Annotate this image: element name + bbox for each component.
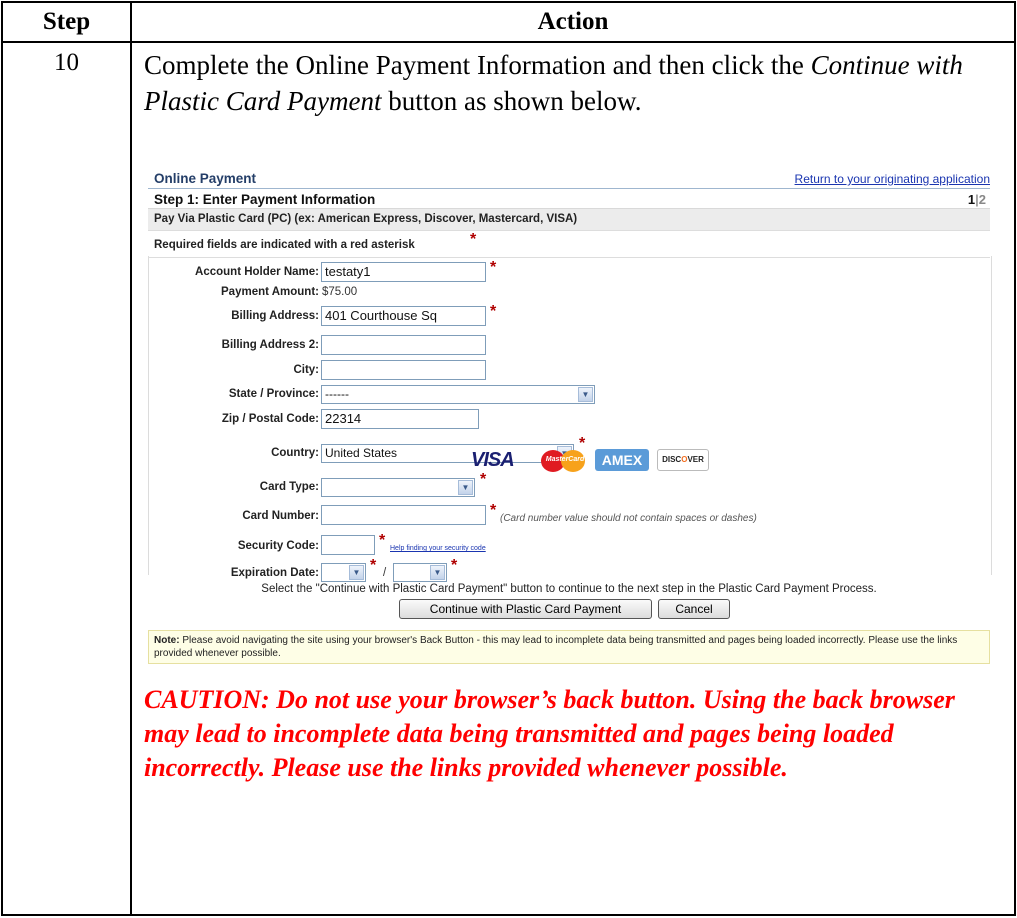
pager-next: 2: [978, 192, 986, 207]
billing-address-asterisk: *: [490, 303, 497, 320]
payment-screenshot: Online Payment Return to your originatin…: [148, 168, 992, 664]
amex-logo: AMEX: [595, 449, 649, 471]
required-asterisk: *: [470, 231, 477, 248]
security-code-asterisk: *: [379, 532, 386, 549]
state-select-value: ------: [325, 387, 349, 401]
note-box: Note: Please avoid navigating the site u…: [148, 630, 990, 664]
return-link[interactable]: Return to your originating application: [795, 172, 990, 186]
account-holder-asterisk: *: [490, 259, 497, 276]
note-label: Note:: [154, 635, 180, 646]
state-select[interactable]: ------ ▼: [321, 385, 595, 404]
exp-year-select[interactable]: ▼: [393, 563, 447, 582]
card-number-hint: (Card number value should not contain sp…: [500, 513, 757, 524]
country-label: Country:: [271, 447, 319, 459]
step-pager: 1|2: [968, 192, 986, 207]
security-code-input[interactable]: [321, 535, 375, 555]
billing-address2-label: Billing Address 2:: [221, 339, 319, 351]
expiration-label: Expiration Date:: [230, 567, 319, 579]
exp-year-asterisk: *: [451, 557, 458, 574]
required-note-row: Required fields are indicated with a red…: [148, 230, 990, 258]
step-title: Step 1: Enter Payment Information: [154, 192, 376, 207]
procedure-table: Step Action 10 Complete the Online Payme…: [1, 1, 1016, 916]
continue-button[interactable]: Continue with Plastic Card Payment: [399, 599, 652, 619]
instruction-text: Complete the Online Payment Information …: [144, 47, 984, 119]
card-number-input[interactable]: [321, 505, 486, 525]
required-note: Required fields are indicated with a red…: [154, 239, 415, 251]
step-header-row: Step 1: Enter Payment Information 1|2: [148, 188, 990, 209]
payment-title-row: Online Payment Return to your originatin…: [148, 168, 990, 188]
visa-logo: VISA: [471, 449, 515, 471]
caution-text: CAUTION: Do not use your browser’s back …: [144, 685, 955, 782]
card-number-asterisk: *: [490, 502, 497, 519]
security-help-link[interactable]: Help finding your security code: [390, 545, 486, 552]
cancel-button[interactable]: Cancel: [658, 599, 730, 619]
card-type-select[interactable]: ▼: [321, 478, 475, 497]
mastercard-logo: MasterCard: [537, 449, 593, 472]
instruction-part2: button as shown below.: [381, 86, 642, 116]
card-type-asterisk: *: [480, 471, 487, 488]
country-asterisk: *: [579, 435, 586, 452]
city-input[interactable]: [321, 360, 486, 380]
chevron-down-icon[interactable]: ▼: [578, 387, 593, 402]
chevron-down-icon[interactable]: ▼: [458, 480, 473, 495]
chevron-down-icon[interactable]: ▼: [430, 565, 445, 580]
note-text: Please avoid navigating the site using y…: [154, 635, 958, 659]
exp-month-select[interactable]: ▼: [321, 563, 366, 582]
city-label: City:: [293, 364, 319, 376]
chevron-down-icon[interactable]: ▼: [349, 565, 364, 580]
billing-address2-input[interactable]: [321, 335, 486, 355]
header-step: Step: [1, 1, 132, 43]
step-number: 10: [1, 41, 132, 916]
billing-address-label: Billing Address:: [231, 310, 319, 322]
select-note: Select the "Continue with Plastic Card P…: [261, 583, 877, 595]
instruction-part1: Complete the Online Payment Information …: [144, 50, 811, 80]
pay-via-row: Pay Via Plastic Card (PC) (ex: American …: [148, 208, 990, 231]
payment-form: Account Holder Name: testaty1 * Payment …: [148, 256, 992, 582]
card-number-label: Card Number:: [242, 510, 319, 522]
account-holder-label: Account Holder Name:: [195, 266, 319, 278]
pay-via-text: Pay Via Plastic Card (PC) (ex: American …: [154, 213, 578, 225]
state-label: State / Province:: [228, 388, 319, 400]
card-type-label: Card Type:: [259, 481, 319, 493]
billing-address-input[interactable]: 401 Courthouse Sq: [321, 306, 486, 326]
header-action: Action: [130, 1, 1016, 43]
action-cell: Complete the Online Payment Information …: [130, 41, 1016, 916]
account-holder-input[interactable]: testaty1: [321, 262, 486, 282]
zip-label: Zip / Postal Code:: [221, 413, 319, 425]
payment-amount-label: Payment Amount:: [221, 286, 319, 298]
exp-separator: /: [383, 567, 387, 579]
zip-input[interactable]: 22314: [321, 409, 479, 429]
payment-title: Online Payment: [154, 171, 257, 186]
payment-amount-value: $75.00: [322, 286, 358, 298]
security-code-label: Security Code:: [237, 540, 319, 552]
discover-logo: DISCOVER: [657, 449, 709, 471]
exp-month-asterisk: *: [370, 557, 377, 574]
country-select-value: United States: [325, 446, 398, 460]
